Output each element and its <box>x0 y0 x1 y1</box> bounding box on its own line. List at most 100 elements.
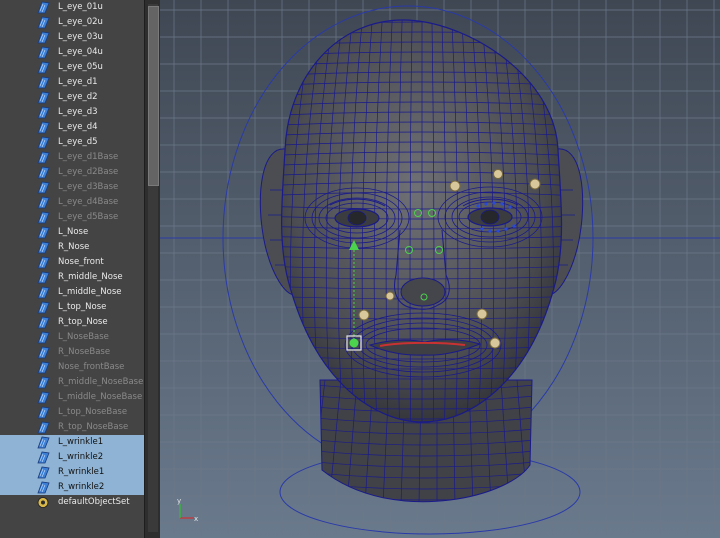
outliner-item-label: Nose_frontBase <box>58 362 125 372</box>
blend-shape-icon <box>36 61 50 74</box>
blend-shape-icon <box>36 181 50 194</box>
outliner-item[interactable]: L_Nose <box>0 225 144 240</box>
outliner-item[interactable]: L_eye_d1 <box>0 75 144 90</box>
outliner-item[interactable]: R_top_NoseBase <box>0 420 144 435</box>
outliner-item-label: R_wrinkle2 <box>58 482 105 492</box>
blend-shape-icon <box>36 466 50 479</box>
outliner-item-label: L_eye_d1 <box>58 77 98 87</box>
outliner-item-label: L_eye_d3 <box>58 107 98 117</box>
outliner-item-label: L_NoseBase <box>58 332 109 342</box>
outliner-item[interactable]: R_middle_NoseBase <box>0 375 144 390</box>
outliner-item[interactable]: L_eye_d5Base <box>0 210 144 225</box>
outliner-item[interactable]: L_eye_03u <box>0 30 144 45</box>
outliner-item[interactable]: L_eye_d2 <box>0 90 144 105</box>
blend-shape-icon <box>36 16 50 29</box>
outliner-item[interactable]: L_eye_d1Base <box>0 150 144 165</box>
blend-shape-icon <box>36 166 50 179</box>
blend-shape-icon <box>36 256 50 269</box>
outliner-item-label: R_wrinkle1 <box>58 467 105 477</box>
blend-shape-icon <box>36 46 50 59</box>
blend-shape-icon <box>36 151 50 164</box>
outliner-item-label: L_top_NoseBase <box>58 407 128 417</box>
outliner-item[interactable]: L_middle_Nose <box>0 285 144 300</box>
outliner-item-label: L_wrinkle2 <box>58 452 104 462</box>
blend-shape-icon <box>36 436 50 449</box>
outliner-item-label: defaultObjectSet <box>58 497 130 507</box>
blend-shape-icon <box>36 406 50 419</box>
outliner-item-label: R_Nose <box>58 242 90 252</box>
outliner-item-label: R_middle_NoseBase <box>58 377 144 387</box>
outliner-item-label: L_Nose <box>58 227 89 237</box>
outliner-item-label: L_eye_d1Base <box>58 152 119 162</box>
outliner-item[interactable]: L_eye_02u <box>0 15 144 30</box>
outliner-item[interactable]: L_top_Nose <box>0 300 144 315</box>
axis-x-label: x <box>194 515 198 523</box>
outliner-item-label: R_middle_Nose <box>58 272 123 282</box>
outliner-item-label: L_middle_Nose <box>58 287 122 297</box>
blend-shape-icon <box>36 361 50 374</box>
blend-shape-icon <box>36 76 50 89</box>
outliner-item[interactable]: L_eye_04u <box>0 45 144 60</box>
outliner-item-label: L_eye_01u <box>58 2 103 12</box>
outliner-item[interactable]: L_eye_d4Base <box>0 195 144 210</box>
blend-shape-icon <box>36 106 50 119</box>
outliner-item[interactable]: L_eye_d3Base <box>0 180 144 195</box>
outliner-item[interactable]: L_wrinkle1 <box>0 435 144 450</box>
axis-y-label: y <box>177 497 181 505</box>
outliner-item-label: L_eye_d5Base <box>58 212 119 222</box>
outliner-item[interactable]: R_Nose <box>0 240 144 255</box>
outliner-item-label: R_top_Nose <box>58 317 108 327</box>
blend-shape-icon <box>36 211 50 224</box>
blend-shape-icon <box>36 346 50 359</box>
blend-shape-icon <box>36 481 50 494</box>
outliner-item[interactable]: R_wrinkle1 <box>0 465 144 480</box>
outliner-item[interactable]: defaultObjectSet <box>0 495 144 510</box>
blend-shape-icon <box>36 31 50 44</box>
outliner-item[interactable]: L_top_NoseBase <box>0 405 144 420</box>
outliner-item[interactable]: L_eye_01u <box>0 0 144 15</box>
outliner-item[interactable]: L_middle_NoseBase <box>0 390 144 405</box>
blend-shape-icon <box>36 121 50 134</box>
outliner-item-label: L_eye_d5 <box>58 137 98 147</box>
outliner-item-label: L_eye_04u <box>58 47 103 57</box>
outliner-scrollbar[interactable] <box>144 0 161 538</box>
outliner-item[interactable]: Nose_front <box>0 255 144 270</box>
outliner-item-label: L_top_Nose <box>58 302 107 312</box>
outliner-item[interactable]: L_eye_d3 <box>0 105 144 120</box>
blend-shape-icon <box>36 271 50 284</box>
outliner-item[interactable]: R_wrinkle2 <box>0 480 144 495</box>
outliner-item-label: R_NoseBase <box>58 347 111 357</box>
outliner-item-label: L_eye_d3Base <box>58 182 119 192</box>
outliner-item-label: L_eye_02u <box>58 17 103 27</box>
outliner-item[interactable]: L_NoseBase <box>0 330 144 345</box>
outliner-item[interactable]: R_NoseBase <box>0 345 144 360</box>
outliner-item[interactable]: L_eye_d5 <box>0 135 144 150</box>
outliner-item[interactable]: L_eye_05u <box>0 60 144 75</box>
outliner-item-label: L_eye_d2Base <box>58 167 119 177</box>
outliner-item[interactable]: L_wrinkle2 <box>0 450 144 465</box>
blend-shape-icon <box>36 91 50 104</box>
outliner-item-label: L_wrinkle1 <box>58 437 104 447</box>
outliner-item[interactable]: L_eye_d4 <box>0 120 144 135</box>
blend-shape-icon <box>36 286 50 299</box>
outliner-item[interactable]: R_top_Nose <box>0 315 144 330</box>
outliner-item-label: Nose_front <box>58 257 104 267</box>
outliner-item-label: R_top_NoseBase <box>58 422 129 432</box>
scrollbar-thumb[interactable] <box>148 6 159 186</box>
blend-shape-icon <box>36 241 50 254</box>
3d-viewport[interactable]: x y <box>160 0 720 538</box>
blend-shape-icon <box>36 451 50 464</box>
object-set-icon <box>36 496 50 509</box>
outliner-item-label: L_eye_03u <box>58 32 103 42</box>
outliner-item[interactable]: L_eye_d2Base <box>0 165 144 180</box>
outliner-item-label: L_eye_d4 <box>58 122 98 132</box>
blend-shape-icon <box>36 316 50 329</box>
blend-shape-icon <box>36 196 50 209</box>
outliner-item-label: L_eye_05u <box>58 62 103 72</box>
outliner-panel: L_eye_01u L_eye_02u L_eye_03u L_eye_04u L_ey… <box>0 0 144 538</box>
blend-shape-icon <box>36 391 50 404</box>
outliner-item[interactable]: Nose_frontBase <box>0 360 144 375</box>
outliner-item[interactable]: R_middle_Nose <box>0 270 144 285</box>
outliner-item-label: L_middle_NoseBase <box>58 392 143 402</box>
blend-shape-icon <box>36 1 50 14</box>
